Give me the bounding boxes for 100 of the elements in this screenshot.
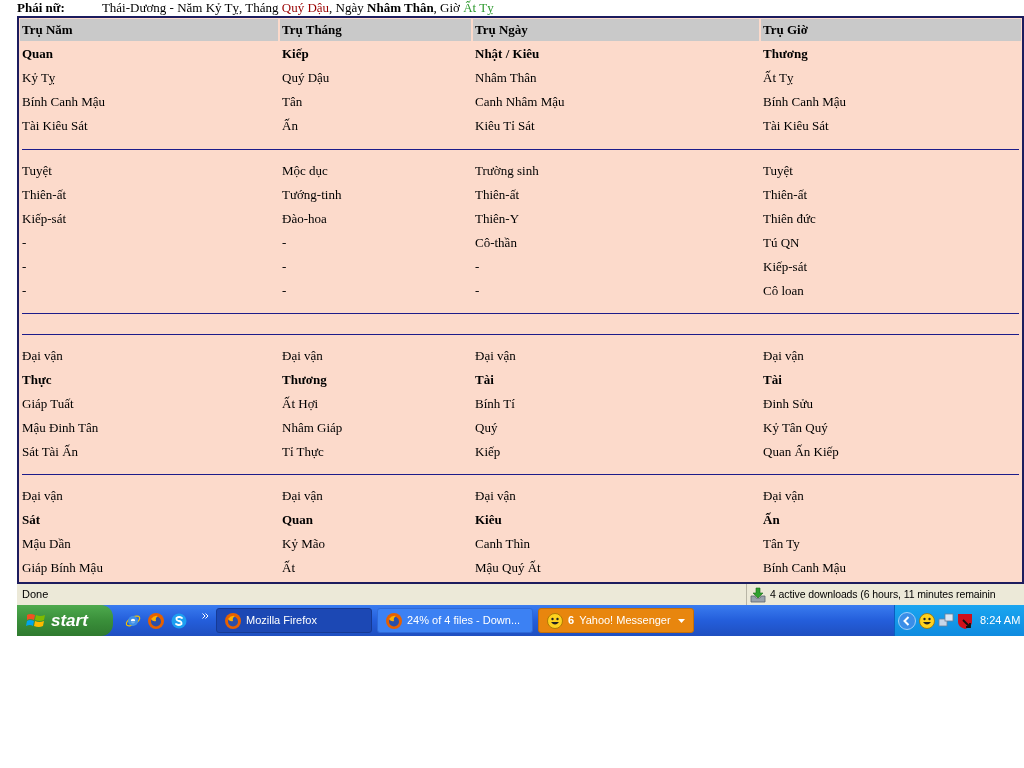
table-cell-text: Thiên đức (763, 210, 816, 229)
smiley-icon (547, 612, 563, 629)
caret-icon (678, 618, 685, 623)
smiley-icon[interactable] (919, 612, 935, 629)
table-cell-text: Tỉ Thực (282, 443, 324, 462)
table-cell-text: Đại vận (475, 487, 516, 506)
windows-flag-icon (26, 611, 46, 630)
table-cell-text: Bính Canh Mậu (763, 93, 847, 112)
table-cell-text: Đại vận (22, 347, 63, 366)
table-cell-text: Tài (763, 371, 782, 390)
gender-label: Phái nữ: (17, 0, 65, 16)
table-cell-text: - (282, 234, 287, 253)
table-cell-text: Kiếp (475, 443, 501, 462)
table-cell-text: - (475, 282, 480, 301)
table-cell-text: Thương (763, 45, 808, 64)
taskbar-button[interactable]: Mozilla Firefox (216, 608, 372, 633)
double-chevron-icon[interactable] (202, 612, 209, 619)
table-cell-text: Thiên-ất (763, 186, 808, 205)
table-cell-text: Ất Tỵ (763, 69, 794, 88)
table-cell-text: Bính Canh Mậu (763, 559, 847, 578)
table-cell-text: Bính Canh Mậu (22, 93, 106, 112)
table-cell-text: Kỷ Tỵ (22, 69, 56, 88)
table-cell-text: Tân (282, 93, 303, 112)
table-cell-text: - (475, 258, 480, 277)
table-cell-text: Cô-thần (475, 234, 517, 253)
table-cell-text: Nhật / Kiêu (475, 45, 540, 64)
table-cell-text: Ấn (282, 117, 298, 136)
table-cell-text: Mậu Quý Ất (475, 559, 541, 578)
table-cell-text: Đại vận (282, 487, 323, 506)
table-cell-text: Nhâm Thân (475, 69, 537, 88)
table-cell-text: Canh Nhâm Mậu (475, 93, 565, 112)
table-cell-text: Ất (282, 559, 295, 578)
table-cell-text: Quan Ấn Kiếp (763, 443, 839, 462)
table-cell-text: Tuyệt (763, 162, 793, 181)
table-cell-text: Thiên-ất (475, 186, 520, 205)
table-cell-text: Đào-hoa (282, 210, 327, 229)
table-cell-text: Sát Tài Ấn (22, 443, 79, 462)
table-cell-text: Tuyệt (22, 162, 52, 181)
table-cell-text: Trường sinh (475, 162, 539, 181)
column-header: Trụ Giờ (761, 19, 1021, 41)
table-cell-text: Kiếp-sát (22, 210, 67, 229)
table-cell-text: - (282, 258, 287, 277)
download-icon[interactable] (750, 586, 766, 603)
table-cell-text: Mộc dục (282, 162, 328, 181)
table-cell-text: Tài Kiêu Sát (763, 117, 829, 136)
table-cell-text: Nhâm Giáp (282, 419, 343, 438)
status-text: Done (22, 587, 50, 603)
table-cell-text: Mậu Đinh Tân (22, 419, 99, 438)
table-cell-text: Ất Hợi (282, 395, 319, 414)
table-cell-text: Bính Tí (475, 395, 515, 414)
app-logo-icon[interactable] (171, 612, 187, 629)
start-button[interactable]: start (17, 605, 113, 636)
table-cell-text: Tài (475, 371, 494, 390)
table-cell-text: Ấn (763, 511, 780, 530)
table-cell-text: Đại vận (282, 347, 323, 366)
table-cell-text: Kỷ Mão (282, 535, 325, 554)
table-cell-text: Kiếp (282, 45, 309, 64)
table-cell-text: Thiên-ất (22, 186, 67, 205)
table-cell-text: - (282, 282, 287, 301)
table-cell-text: Tân Ty (763, 535, 800, 554)
browser-icon (386, 612, 402, 629)
browser-icon[interactable] (148, 612, 164, 629)
table-cell-text: Thương (282, 371, 327, 390)
table-cell-text: Giáp Tuất (22, 395, 74, 414)
table-cell-text: Đinh Sửu (763, 395, 814, 414)
table-cell-text: Kiêu Tỉ Sát (475, 117, 535, 136)
table-cell-text: - (22, 282, 27, 301)
table-cell-text: Canh Thìn (475, 535, 530, 554)
table-cell-text: Thiên-Y (475, 210, 520, 229)
table-cell-text: Đại vận (763, 487, 804, 506)
clock[interactable]: 8:24 AM (980, 612, 1021, 629)
table-cell-text: Quan (22, 45, 54, 64)
table-cell-text: - (22, 258, 27, 277)
table-cell-text: Giáp Bính Mậu (22, 559, 103, 578)
column-header: Trụ Ngày (473, 19, 759, 41)
table-cell-text: Mậu Dần (22, 535, 71, 554)
table-cell-text: Quý (475, 419, 498, 438)
table-cell-text: Tú QN (763, 234, 800, 253)
table-cell-text: Tài Kiêu Sát (22, 117, 88, 136)
table-cell-text: Quý Dậu (282, 69, 330, 88)
info-line: Thái-Dương - Năm Kỷ Tỵ, Tháng Quý Dậu, Ngày Nhâm Thân, Giờ Ất Tỵ (101, 0, 494, 16)
table-cell-text: Đại vận (763, 347, 804, 366)
table-cell-text: - (22, 234, 27, 253)
table-cell-text: Kiếp-sát (763, 258, 808, 277)
table-cell-text: Tướng-tinh (282, 186, 342, 205)
downloads-status[interactable]: 4 active downloads (6 hours, 11 minutes remainin (770, 586, 996, 603)
shield-icon[interactable] (957, 612, 973, 629)
table-cell-text: Quan (282, 511, 314, 530)
table-cell-text: Cô loan (763, 282, 804, 301)
table-cell-text: Đại vận (22, 487, 63, 506)
taskbar-button[interactable]: 6 Yahoo! Messenger (538, 608, 694, 633)
table-cell-text: Sát (22, 511, 41, 530)
table-cell-text: Thực (22, 371, 52, 390)
column-header: Trụ Năm (20, 19, 278, 41)
taskbar-button[interactable]: 24% of 4 files - Down... (377, 608, 533, 633)
table-cell-text: Kiêu (475, 511, 502, 530)
table-cell-text: Kỷ Tân Quý (763, 419, 828, 438)
browser-icon (225, 612, 241, 629)
table-cell-text: Đại vận (475, 347, 516, 366)
column-header: Trụ Tháng (280, 19, 471, 41)
